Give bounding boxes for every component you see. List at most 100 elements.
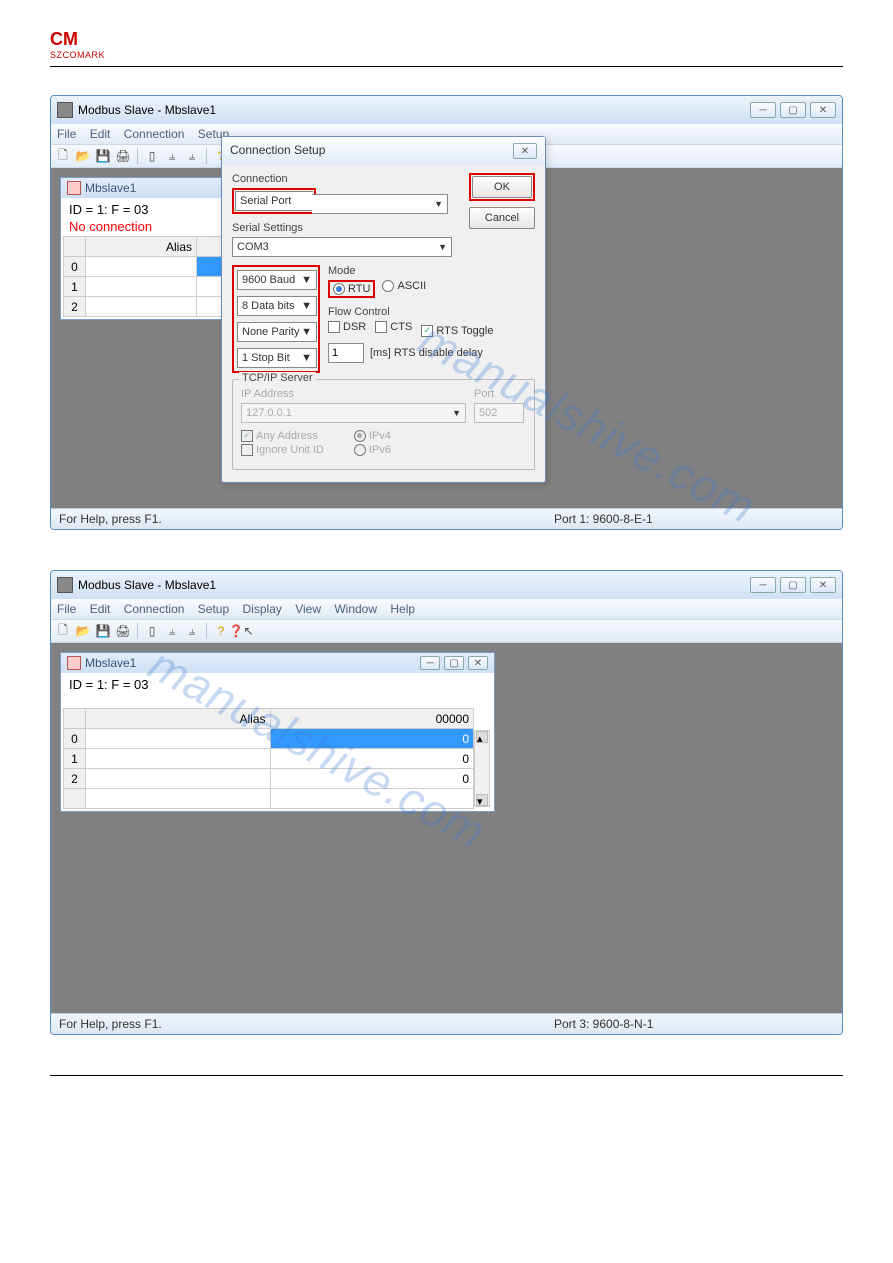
menu-file[interactable]: File bbox=[57, 127, 76, 141]
minimize-button[interactable]: ─ bbox=[750, 102, 776, 118]
close-button[interactable]: ✕ bbox=[810, 102, 836, 118]
window-title: Modbus Slave - Mbslave1 bbox=[78, 103, 750, 117]
cell-value[interactable]: 0 bbox=[270, 769, 474, 789]
scroll-down-icon[interactable]: ▾ bbox=[476, 794, 488, 806]
tool-icon-1[interactable]: ▯ bbox=[144, 623, 160, 639]
child-min-button[interactable]: ─ bbox=[420, 656, 440, 670]
databits-select[interactable]: 8 Data bits▼ bbox=[237, 296, 317, 316]
ip-label: IP Address bbox=[241, 388, 466, 400]
mode-ascii-radio[interactable]: ASCII bbox=[382, 280, 426, 292]
close-button[interactable]: ✕ bbox=[810, 577, 836, 593]
vertical-scrollbar[interactable]: ▴ ▾ bbox=[474, 730, 490, 807]
about-icon[interactable]: ? bbox=[213, 623, 229, 639]
child-title: Mbslave1 bbox=[85, 181, 233, 195]
table-row: 1 bbox=[64, 277, 86, 297]
open-icon[interactable]: 📂 bbox=[75, 623, 91, 639]
ok-button[interactable]: OK bbox=[472, 176, 532, 198]
save-icon[interactable]: 💾 bbox=[95, 623, 111, 639]
child-icon bbox=[67, 656, 81, 670]
dsr-checkbox[interactable]: DSR bbox=[328, 321, 366, 333]
top-rule bbox=[50, 66, 843, 67]
child-window-1: Mbslave1 ID = 1: F = 03 No connection Al… bbox=[60, 177, 240, 320]
ipv6-radio: IPv6 bbox=[354, 444, 391, 456]
cell-value[interactable]: 0 bbox=[270, 729, 474, 749]
flow-control-label: Flow Control bbox=[328, 306, 535, 318]
cts-checkbox[interactable]: CTS bbox=[375, 321, 412, 333]
col-alias: Alias bbox=[86, 237, 197, 257]
rts-delay-input[interactable] bbox=[328, 343, 364, 363]
maximize-button[interactable]: ▢ bbox=[780, 102, 806, 118]
print-icon[interactable]: 🖨 bbox=[115, 623, 131, 639]
titlebar-1: Modbus Slave - Mbslave1 ─ ▢ ✕ bbox=[51, 96, 842, 124]
id-line: ID = 1: F = 03 bbox=[63, 200, 237, 219]
new-icon[interactable]: 🗋 bbox=[55, 148, 71, 164]
cancel-button[interactable]: Cancel bbox=[469, 207, 535, 229]
data-grid-2[interactable]: Alias00000 00 10 20 bbox=[63, 708, 474, 809]
menu-file[interactable]: File bbox=[57, 602, 76, 616]
com-select[interactable]: COM3▼ bbox=[232, 237, 452, 257]
ip-select: 127.0.0.1▼ bbox=[241, 403, 466, 423]
port-input: 502 bbox=[474, 403, 524, 423]
menu-connection[interactable]: Connection bbox=[124, 602, 185, 616]
rts-delay-label: [ms] RTS disable delay bbox=[370, 347, 483, 359]
logo-sub: SZCOMARK bbox=[50, 50, 843, 60]
ipv4-radio: IPv4 bbox=[354, 430, 391, 442]
connection-select[interactable]: Serial Port bbox=[235, 191, 313, 211]
child-close-button[interactable]: ✕ bbox=[468, 656, 488, 670]
data-grid-1[interactable]: Alias 0 1 2 bbox=[63, 236, 237, 317]
help-icon[interactable]: ❓↖ bbox=[233, 623, 249, 639]
col-00000: 00000 bbox=[270, 709, 474, 729]
tool-icon-3[interactable]: ⫨ bbox=[184, 148, 200, 164]
status-right: Port 1: 9600-8-E-1 bbox=[554, 512, 834, 526]
connection-select-ext[interactable]: ▼ bbox=[312, 194, 448, 214]
menu-edit[interactable]: Edit bbox=[90, 602, 111, 616]
statusbar-1: For Help, press F1. Port 1: 9600-8-E-1 bbox=[51, 508, 842, 529]
menu-window[interactable]: Window bbox=[334, 602, 377, 616]
anyaddr-checkbox: ✓Any Address bbox=[241, 430, 318, 442]
app-icon bbox=[57, 577, 73, 593]
menu-display[interactable]: Display bbox=[242, 602, 281, 616]
stopbit-select[interactable]: 1 Stop Bit▼ bbox=[237, 348, 317, 368]
save-icon[interactable]: 💾 bbox=[95, 148, 111, 164]
minimize-button[interactable]: ─ bbox=[750, 577, 776, 593]
open-icon[interactable]: 📂 bbox=[75, 148, 91, 164]
rts-checkbox[interactable]: ✓RTS Toggle bbox=[421, 325, 493, 337]
status-left: For Help, press F1. bbox=[59, 512, 554, 526]
baud-select[interactable]: 9600 Baud▼ bbox=[237, 270, 317, 290]
connection-setup-dialog: Connection Setup ✕ OK Cancel Connection … bbox=[221, 136, 546, 483]
menu-view[interactable]: View bbox=[295, 602, 321, 616]
print-icon[interactable]: 🖨 bbox=[115, 148, 131, 164]
menu-setup[interactable]: Setup bbox=[198, 602, 229, 616]
tool-icon-1[interactable]: ▯ bbox=[144, 148, 160, 164]
dialog-close-button[interactable]: ✕ bbox=[513, 143, 537, 159]
cell-value[interactable]: 0 bbox=[270, 749, 474, 769]
serial-settings-label: Serial Settings bbox=[232, 222, 457, 234]
tool-icon-2[interactable]: ⫨ bbox=[164, 148, 180, 164]
mode-rtu-radio[interactable]: RTU bbox=[333, 283, 370, 295]
tcpip-group: TCP/IP Server IP Address 127.0.0.1▼ Port… bbox=[232, 379, 535, 470]
table-row: 2 bbox=[64, 769, 86, 789]
tcpip-label: TCP/IP Server bbox=[239, 372, 316, 384]
table-row: 0 bbox=[64, 729, 86, 749]
titlebar-2: Modbus Slave - Mbslave1 ─ ▢ ✕ bbox=[51, 571, 842, 599]
tool-icon-2[interactable]: ⫨ bbox=[164, 623, 180, 639]
menubar-2: File Edit Connection Setup Display View … bbox=[51, 599, 842, 619]
window-title: Modbus Slave - Mbslave1 bbox=[78, 578, 750, 592]
scroll-up-icon[interactable]: ▴ bbox=[476, 731, 488, 743]
statusbar-2: For Help, press F1. Port 3: 9600-8-N-1 bbox=[51, 1013, 842, 1034]
parity-select[interactable]: None Parity▼ bbox=[237, 322, 317, 342]
menu-connection[interactable]: Connection bbox=[124, 127, 185, 141]
logo-top: CM bbox=[50, 30, 843, 48]
table-row: 1 bbox=[64, 749, 86, 769]
menu-help[interactable]: Help bbox=[390, 602, 415, 616]
menu-edit[interactable]: Edit bbox=[90, 127, 111, 141]
new-icon[interactable]: 🗋 bbox=[55, 623, 71, 639]
maximize-button[interactable]: ▢ bbox=[780, 577, 806, 593]
app-icon bbox=[57, 102, 73, 118]
child-window-2: Mbslave1 ─ ▢ ✕ ID = 1: F = 03 Alias00000… bbox=[60, 652, 495, 812]
toolbar-2: 🗋 📂 💾 🖨 ▯ ⫨ ⫨ ? ❓↖ bbox=[51, 619, 842, 643]
screenshot-1: manualshive.com Modbus Slave - Mbslave1 … bbox=[50, 95, 843, 530]
tool-icon-3[interactable]: ⫨ bbox=[184, 623, 200, 639]
dialog-title: Connection Setup bbox=[230, 143, 513, 159]
child-max-button[interactable]: ▢ bbox=[444, 656, 464, 670]
